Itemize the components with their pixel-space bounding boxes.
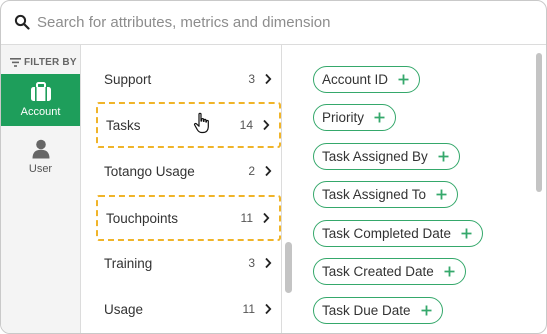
plus-icon: [438, 151, 449, 162]
attribute-chip-label: Account ID: [322, 72, 389, 87]
attribute-chip-priority[interactable]: Priority: [313, 104, 397, 131]
category-count: 11: [242, 302, 255, 316]
search-bar: [1, 1, 546, 45]
category-count: 3: [248, 256, 255, 270]
category-label: Support: [104, 71, 152, 87]
filter-user-button[interactable]: User: [1, 131, 80, 183]
category-list-scrollbar[interactable]: [285, 242, 292, 293]
chevron-right-icon: [265, 257, 272, 269]
category-list: Support 3 Tasks 14 Totango Usage 2 Touch…: [81, 45, 282, 333]
chevron-right-icon: [263, 119, 270, 131]
plus-icon: [444, 266, 455, 277]
plus-icon: [421, 305, 432, 316]
filter-rail: FILTER BY Account User: [1, 45, 81, 333]
attribute-chip-task-assigned-to[interactable]: Task Assigned To: [313, 181, 459, 208]
category-label: Training: [104, 255, 153, 271]
attribute-chip-task-assigned-by[interactable]: Task Assigned By: [313, 143, 460, 170]
attribute-chip-label: Task Due Date: [322, 303, 411, 318]
briefcase-icon: [30, 82, 51, 101]
filter-account-label: Account: [20, 106, 61, 118]
attribute-chip-label: Task Assigned By: [322, 149, 428, 164]
category-label: Usage: [104, 301, 144, 317]
filter-user-label: User: [28, 163, 53, 175]
category-item-totango-usage[interactable]: Totango Usage 2: [96, 148, 281, 194]
attribute-picker-panel: FILTER BY Account User Support 3: [0, 0, 547, 334]
category-label: Totango Usage: [104, 163, 195, 179]
attribute-chip-label: Task Assigned To: [322, 187, 427, 202]
filter-icon: [10, 57, 21, 67]
chevron-right-icon: [265, 165, 272, 177]
attribute-chip-account-id[interactable]: Account ID: [313, 66, 421, 93]
search-input[interactable]: [37, 11, 517, 33]
category-count: 11: [240, 211, 253, 225]
category-count: 3: [248, 72, 255, 86]
plus-icon: [461, 228, 472, 239]
filter-by-label: FILTER BY: [24, 56, 77, 68]
attribute-list-scrollbar[interactable]: [536, 53, 542, 192]
attribute-chip-list: Account ID Priority Task Assigned By Tas…: [297, 45, 546, 333]
hand-cursor-icon: [193, 112, 209, 134]
category-item-support[interactable]: Support 3: [96, 56, 281, 102]
category-label: Tasks: [106, 117, 141, 133]
category-item-touchpoints[interactable]: Touchpoints 11: [96, 195, 281, 241]
category-item-usage[interactable]: Usage 11: [96, 286, 281, 332]
attribute-chip-task-completed-date[interactable]: Task Completed Date: [313, 220, 484, 247]
category-item-training[interactable]: Training 3: [96, 240, 281, 286]
category-label: Touchpoints: [106, 210, 179, 226]
attribute-chip-label: Priority: [322, 110, 365, 125]
chevron-right-icon: [263, 212, 270, 224]
attribute-chip-label: Task Created Date: [322, 264, 434, 279]
filter-by-header: FILTER BY: [10, 55, 77, 69]
category-item-tasks[interactable]: Tasks 14: [96, 102, 281, 148]
chevron-right-icon: [265, 73, 272, 85]
category-count: 2: [248, 164, 255, 178]
user-icon: [32, 139, 49, 159]
filter-account-button[interactable]: Account: [1, 74, 80, 126]
attribute-chip-label: Task Completed Date: [322, 226, 452, 241]
plus-icon: [374, 112, 385, 123]
plus-icon: [436, 189, 447, 200]
attribute-chip-task-created-date[interactable]: Task Created Date: [313, 258, 466, 285]
plus-icon: [398, 74, 409, 85]
attribute-chip-task-due-date[interactable]: Task Due Date: [313, 297, 443, 324]
chevron-right-icon: [265, 303, 272, 315]
category-count: 14: [239, 118, 253, 132]
search-icon: [14, 14, 30, 30]
